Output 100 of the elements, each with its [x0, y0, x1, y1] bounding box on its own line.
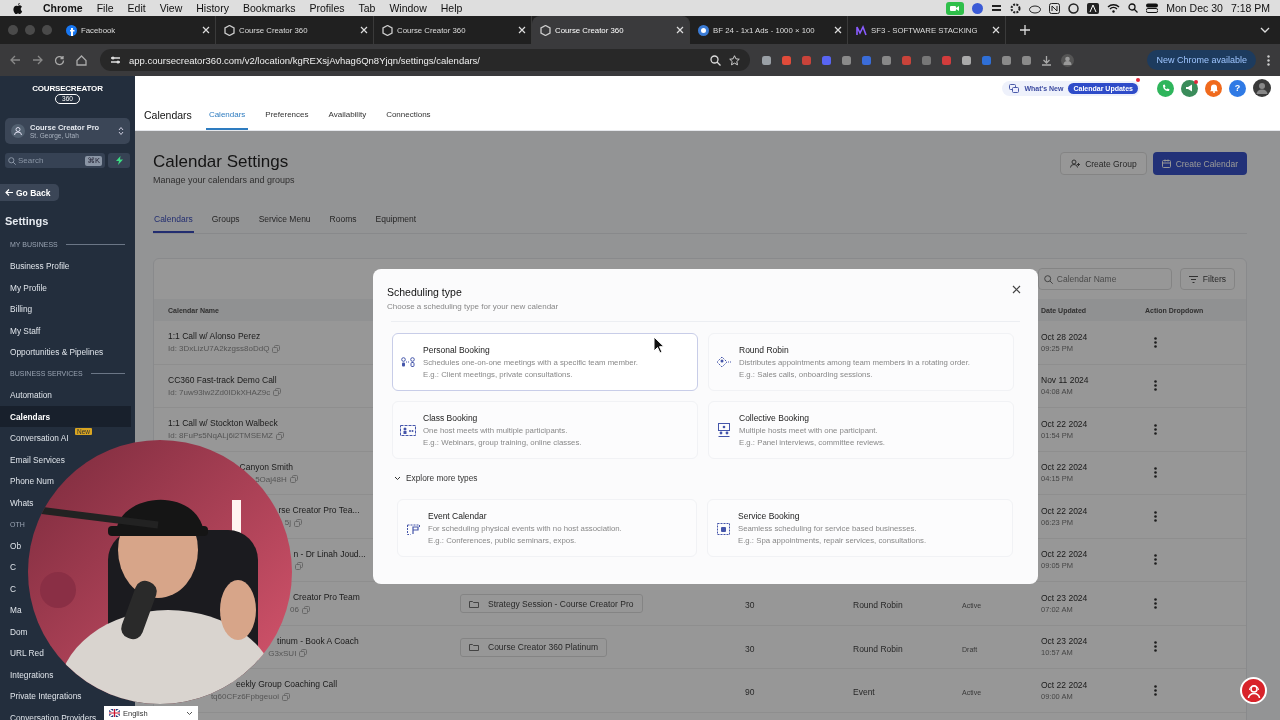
more-actions-button[interactable]: [1151, 509, 1159, 524]
menu-item[interactable]: Bookmarks: [242, 2, 296, 14]
sidebar-item[interactable]: Billing: [0, 298, 35, 320]
reload-icon[interactable]: [54, 54, 65, 66]
extension-icon[interactable]: [841, 54, 852, 66]
back-button[interactable]: Go Back: [0, 184, 59, 201]
address-field[interactable]: app.coursecreator360.com/v2/location/kgREXsjAvhag6Qn8Yjqn/settings/calendars/: [100, 49, 750, 71]
menu-item[interactable]: View: [159, 2, 183, 14]
menu-item[interactable]: Profiles: [309, 2, 345, 14]
calendar-name[interactable]: 1:1 Call w/ Alonso Perez: [168, 331, 261, 342]
menubar-time[interactable]: 7:18 PM: [1230, 2, 1270, 14]
sidebar-item[interactable]: Calendars: [0, 405, 131, 428]
sidebar-item[interactable]: Private Integrations: [0, 685, 84, 707]
sidebar-item[interactable]: Integrations: [0, 663, 56, 686]
sidebar-item[interactable]: Business Profile: [0, 255, 72, 277]
extension-icon[interactable]: [921, 54, 932, 66]
extension-icon[interactable]: [761, 54, 772, 66]
sidebar-item[interactable]: Email Services: [0, 448, 67, 471]
create-group-button[interactable]: Create Group: [1060, 152, 1147, 175]
extension-icon[interactable]: [1001, 54, 1012, 66]
notifications-button[interactable]: [1205, 79, 1222, 97]
sidebar-item[interactable]: C: [0, 556, 18, 578]
site-info-icon[interactable]: [110, 55, 121, 65]
extension-icon[interactable]: [781, 54, 792, 66]
app-menu[interactable]: Chrome: [43, 2, 83, 14]
calendar-name[interactable]: 1:1 Call w/ Stockton Walbeck: [168, 418, 278, 429]
control-center-icon[interactable]: [1146, 3, 1159, 13]
sidebar-item[interactable]: Ob: [0, 534, 24, 557]
chevron-icon[interactable]: [1260, 27, 1270, 33]
status-icon[interactable]: [1087, 2, 1100, 14]
calendar-name[interactable]: rse Creator Pro Tea...: [278, 505, 360, 516]
menu-item[interactable]: Window: [389, 2, 427, 14]
sidebar-item[interactable]: My Staff: [0, 319, 43, 342]
download-icon[interactable]: [1041, 54, 1052, 66]
sidebar-item[interactable]: Opportunities & Pipelines: [0, 341, 106, 363]
more-actions-button[interactable]: [1151, 422, 1159, 437]
more-actions-button[interactable]: [1151, 552, 1159, 567]
extension-icon[interactable]: [821, 54, 832, 66]
calendar-name[interactable]: Creator Pro Team: [292, 592, 360, 603]
menu-item[interactable]: File: [96, 2, 114, 14]
group-tag[interactable]: Course Creator 360 Platinum: [460, 637, 608, 657]
forward-icon[interactable]: [32, 55, 43, 65]
search-icon[interactable]: [1128, 3, 1139, 13]
more-actions-button[interactable]: [1151, 465, 1159, 480]
avatar[interactable]: [1253, 79, 1271, 97]
sidebar-item[interactable]: URL Red: [0, 642, 46, 664]
extension-icon[interactable]: [1021, 54, 1032, 66]
section-tab[interactable]: Rooms: [328, 207, 358, 233]
more-actions-button[interactable]: [1151, 683, 1159, 698]
explore-more-toggle[interactable]: Explore more types: [394, 473, 478, 483]
sidebar-item[interactable]: Automation: [0, 384, 54, 406]
calendar-name[interactable]: Canyon Smith: [239, 461, 293, 472]
sidebar-item[interactable]: Ma: [0, 599, 24, 621]
more-actions-button[interactable]: [1151, 335, 1159, 350]
sidebar-item[interactable]: Conversation Providers: [0, 706, 99, 720]
status-icon[interactable]: [991, 2, 1003, 14]
sidebar-item[interactable]: Whats: [0, 491, 36, 514]
zoom-icon[interactable]: [710, 54, 721, 66]
search-field[interactable]: Calendar Name: [1037, 268, 1172, 290]
sidebar-item[interactable]: My Profile: [0, 276, 49, 299]
calendar-name[interactable]: CC360 Fast-track Demo Call: [168, 374, 277, 385]
header-tab[interactable]: Availability: [325, 100, 370, 130]
close-icon[interactable]: [1012, 285, 1021, 294]
calendar-name[interactable]: eekly Group Coaching Call: [235, 679, 338, 690]
status-icon[interactable]: [1049, 2, 1061, 14]
megaphone-button[interactable]: [1181, 79, 1198, 97]
section-tab[interactable]: Service Menu: [257, 207, 312, 233]
more-actions-button[interactable]: [1151, 639, 1159, 654]
sidebar-item[interactable]: C: [0, 577, 18, 600]
wifi-icon[interactable]: [1107, 3, 1121, 13]
header-tab[interactable]: Preferences: [262, 100, 312, 130]
menu-item[interactable]: Edit: [127, 2, 146, 14]
menu-item[interactable]: History: [196, 2, 229, 14]
extension-icon[interactable]: [961, 54, 972, 66]
calendar-name[interactable]: tinum - Book A Coach: [277, 635, 359, 646]
phone-button[interactable]: [1157, 79, 1174, 97]
new-tab-icon[interactable]: [1020, 25, 1030, 35]
status-icon[interactable]: [1068, 2, 1080, 14]
header-tab[interactable]: Connections: [383, 100, 434, 130]
update-button[interactable]: New Chrome available: [1147, 50, 1256, 70]
section-tab[interactable]: Equipment: [374, 207, 418, 233]
menu-item[interactable]: Help: [440, 2, 463, 14]
back-icon[interactable]: [10, 55, 21, 65]
more-actions-button[interactable]: [1151, 378, 1159, 393]
more-actions-button[interactable]: [1151, 596, 1159, 611]
quick-action-button[interactable]: [108, 153, 130, 168]
calendar-name[interactable]: n - Dr Linah Joud...: [293, 549, 366, 560]
filters-button[interactable]: Filters: [1179, 268, 1235, 290]
create-calendar-button[interactable]: Create Calendar: [1152, 152, 1247, 175]
home-icon[interactable]: [76, 54, 87, 66]
extension-icon[interactable]: [881, 54, 892, 66]
menubar-date[interactable]: Mon Dec 30: [1166, 2, 1223, 14]
section-tab[interactable]: Groups: [210, 207, 241, 233]
sidebar-item[interactable]: Phone Num: [0, 470, 56, 492]
section-tab[interactable]: Calendars: [153, 207, 194, 233]
apple-icon[interactable]: [13, 2, 23, 14]
more-icon[interactable]: [1267, 54, 1270, 66]
profile-avatar-icon[interactable]: [1061, 53, 1074, 67]
menu-item[interactable]: Tab: [358, 2, 376, 14]
header-tab[interactable]: Calendars: [205, 100, 249, 130]
